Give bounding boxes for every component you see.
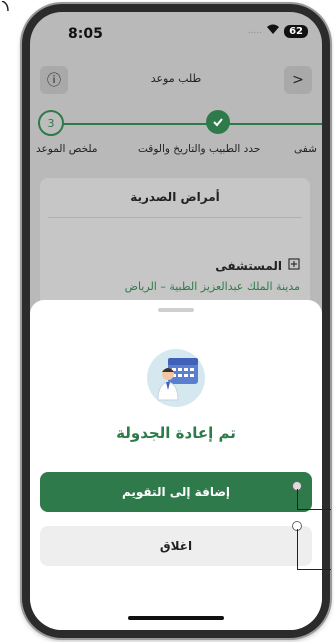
step-1-label: شفى (294, 143, 317, 155)
step-3-label: ملخص الموعد (36, 143, 98, 155)
close-button[interactable]: اغلاق (40, 526, 312, 566)
step-2-label: حدد الطبيب والتاريخ والوقت (138, 143, 261, 155)
add-to-calendar-button[interactable]: إضافة إلى التقويم (40, 472, 312, 512)
corner-fragment (0, 0, 14, 14)
home-indicator (128, 616, 224, 620)
card-divider (48, 217, 302, 218)
status-time: 8:05 (68, 26, 103, 42)
status-indicators: ..... 62 (248, 24, 308, 38)
page-title: طلب موعد (150, 72, 202, 85)
signal-icon: ..... (247, 26, 263, 36)
stepper-line (52, 123, 322, 125)
hospital-label: المستشفى (215, 258, 300, 273)
chevron-right-icon: > (292, 72, 304, 88)
phone-screen: 8:05 ..... 62 ⓘ طلب موعد > 3 ملخص الموعد… (30, 12, 322, 630)
battery-icon: 62 (284, 24, 308, 38)
hospital-value: مدينة الملك عبدالعزيز الطبية – الرياض (124, 280, 300, 293)
hospital-icon (288, 258, 300, 273)
specialty-title: أمراض الصدرية (130, 190, 220, 204)
step-3-indicator: 3 (38, 110, 64, 136)
step-2-check-icon (206, 110, 230, 134)
back-button[interactable]: > (284, 66, 312, 94)
wifi-icon (266, 24, 280, 38)
annotation-line-2 (297, 529, 331, 570)
doctor-calendar-icon (146, 348, 206, 412)
annotation-line-1 (297, 489, 331, 510)
sheet-grabber[interactable] (158, 308, 194, 312)
sheet-title: تم إعادة الجدولة (116, 424, 236, 442)
